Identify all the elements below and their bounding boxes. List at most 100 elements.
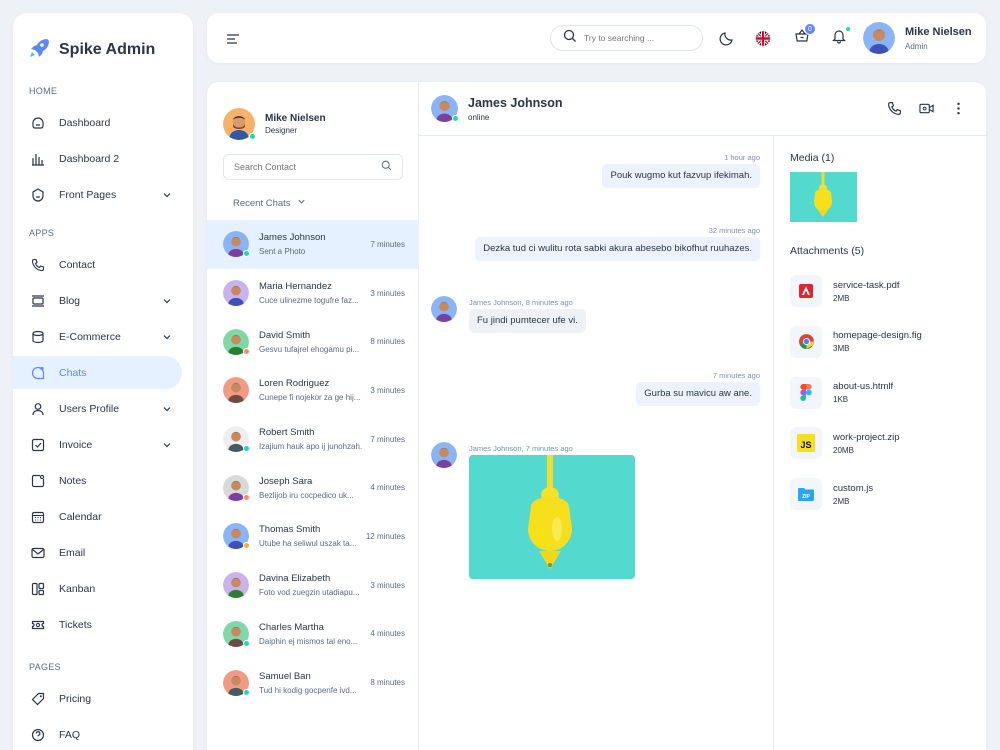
sidebar-item-front-pages[interactable]: Front Pages	[13, 178, 182, 211]
sidebar-item-label: Notes	[59, 474, 87, 487]
sidebar-item-label: Dashboard	[59, 116, 111, 129]
sidebar-item-contact[interactable]: Contact	[13, 248, 182, 281]
attachment-item[interactable]: homepage-design.fig 3MB	[790, 325, 986, 359]
contact-item[interactable]: Davina Elizabeth Foto vod zuegzin utadiap…	[207, 561, 419, 610]
avatar	[223, 280, 249, 307]
phone-icon[interactable]	[887, 101, 902, 121]
cart-count-badge: 0	[804, 23, 816, 35]
sidebar-item-dashboard-2[interactable]: Dashboard 2	[13, 142, 182, 175]
sidebar-item-dashboard[interactable]: Dashboard	[13, 106, 182, 139]
global-search[interactable]	[550, 25, 703, 51]
contact-item[interactable]: Robert Smith Izajium hauk apo ij junohzah…	[207, 415, 419, 464]
brand[interactable]: Spike Admin	[13, 13, 193, 71]
file-check-icon	[31, 438, 45, 452]
sidebar-item-tickets[interactable]: Tickets	[13, 608, 182, 641]
avatar	[223, 572, 249, 599]
contact-preview: Izajium hauk apo ij junohzah.	[259, 442, 363, 452]
nav-caption-home: HOME	[29, 86, 58, 96]
contact-search-input[interactable]	[234, 162, 364, 172]
message-time: 7 minutes ago	[712, 371, 760, 380]
conversation-header: James Johnson online	[419, 82, 986, 136]
contact-item[interactable]: Samuel Ban Tud hi kodig gocpenfe ivd... 8 …	[207, 658, 419, 707]
contact-time: 12 minutes	[365, 531, 405, 541]
attachment-item[interactable]: ZIP custom.js 2MB	[790, 477, 986, 511]
message-outgoing: 1 hour ago Pouk wugmo kut fazvup ifekima…	[602, 153, 760, 188]
sidebar-item-label: FAQ	[59, 728, 81, 741]
contact-item[interactable]: David Smith Gesvu tufajrel ehogamu pi... 8…	[207, 317, 419, 366]
contact-time: 7 minutes	[370, 434, 405, 444]
sidebar-item-email[interactable]: Email	[13, 536, 182, 569]
attachment-size: 2MB	[833, 293, 850, 303]
sidebar-item-e-commerce[interactable]: E-Commerce	[13, 320, 182, 353]
brand-name: Spike Admin	[59, 41, 156, 58]
chat-info-panel: Media (1) Attachments (5) service-task.p…	[773, 136, 986, 750]
sidebar-item-kanban[interactable]: Kanban	[13, 572, 182, 605]
message-list: 1 hour ago Pouk wugmo kut fazvup ifekima…	[419, 136, 773, 750]
book-icon	[31, 294, 45, 308]
contact-item[interactable]: Loren Rodriguez Cunepe fi nojekor za ge h…	[207, 366, 419, 415]
contact-search[interactable]	[223, 154, 403, 180]
chrome-icon	[790, 325, 822, 358]
message-time: James Johnson, 8 minutes ago	[469, 298, 573, 307]
user-menu[interactable]: Mike Nielsen Admin	[863, 22, 972, 54]
contact-item[interactable]: Charles Martha Daiphin ej mismos tal eno.…	[207, 610, 419, 659]
contact-preview: Sent a Photo	[259, 247, 306, 257]
contact-item[interactable]: Joseph Sara Bezlijob iru cocpedico uk... 4…	[207, 463, 419, 512]
contact-time: 4 minutes	[370, 629, 405, 639]
online-status-dot	[452, 115, 459, 122]
recent-chats-dropdown[interactable]: Recent Chats	[233, 197, 306, 209]
media-thumbnail[interactable]	[790, 172, 857, 222]
sidebar-item-users-profile[interactable]: Users Profile	[13, 392, 182, 425]
moon-icon[interactable]	[719, 30, 735, 46]
contact-list: James Johnson Sent a Photo 7 minutes Maria …	[207, 220, 419, 707]
avatar	[223, 620, 250, 647]
sidebar-item-pricing[interactable]: Pricing	[13, 682, 182, 715]
sidebar-item-invoice[interactable]: Invoice	[13, 428, 182, 461]
contact-item[interactable]: James Johnson Sent a Photo 7 minutes	[207, 220, 419, 269]
contact-name: Maria Hernandez	[259, 281, 332, 293]
contact-name: Loren Rodriguez	[259, 378, 330, 390]
contact-name: David Smith	[259, 329, 311, 341]
search-icon	[563, 29, 577, 48]
contact-item[interactable]: Thomas Smith Utube ha seliwul uszak ta...…	[207, 512, 419, 561]
status-dot	[243, 250, 250, 258]
avatar	[431, 442, 457, 468]
chevron-down-icon	[162, 440, 172, 450]
message-time: James Johnson, 7 minutes ago	[469, 444, 573, 453]
sidebar-item-label: Tickets	[59, 618, 92, 631]
uk-flag-icon[interactable]	[755, 30, 771, 46]
contact-preview: Gesvu tufajrel ehogamu pi...	[259, 344, 360, 354]
video-icon[interactable]	[919, 101, 934, 121]
conversation-actions	[887, 101, 966, 121]
cart-button[interactable]: 0	[794, 23, 816, 46]
phone-icon	[31, 258, 45, 272]
sidebar-item-blog[interactable]: Blog	[13, 284, 182, 317]
attachment-item[interactable]: JS work-project.zip 20MB	[790, 426, 986, 460]
contact-item[interactable]: Maria Hernandez Cuce ulinezme togufre faz…	[207, 269, 419, 318]
current-user: Mike Nielsen Designer	[207, 82, 418, 150]
sidebar-item-notes[interactable]: Notes	[13, 464, 182, 497]
status-dot	[243, 688, 250, 696]
contact-preview: Utube ha seliwul uszak ta...	[259, 539, 357, 549]
sidebar-item-chats[interactable]: Chats	[13, 356, 182, 389]
sidebar-item-calendar[interactable]: Calendar	[13, 500, 182, 533]
contact-time: 4 minutes	[370, 483, 405, 493]
sidebar-item-faq[interactable]: FAQ	[13, 718, 182, 750]
more-vertical-icon[interactable]	[951, 101, 966, 121]
attachment-name: about-us.htmlf	[833, 381, 894, 393]
active-contact-status: online	[468, 112, 490, 122]
avatar	[431, 95, 459, 122]
attachment-item[interactable]: service-task.pdf 2MB	[790, 274, 986, 308]
shared-photo[interactable]	[469, 455, 635, 579]
message-incoming: James Johnson, 8 minutes ago Fu jindi pu…	[431, 296, 586, 333]
chevron-down-icon	[297, 197, 306, 209]
contact-time: 8 minutes	[370, 678, 405, 688]
top-header: 0 Mike Nielsen Admin	[207, 13, 986, 63]
notification-button[interactable]	[831, 27, 850, 46]
contact-time: 3 minutes	[370, 580, 405, 590]
attachment-item[interactable]: about-us.htmlf 1KB	[790, 376, 986, 410]
search-input[interactable]	[584, 33, 694, 43]
nav-caption-pages: PAGES	[29, 662, 61, 672]
menu-toggle-icon[interactable]	[226, 32, 240, 50]
message-outgoing: 32 minutes ago Dezka tud ci wulitu rota …	[475, 226, 760, 261]
